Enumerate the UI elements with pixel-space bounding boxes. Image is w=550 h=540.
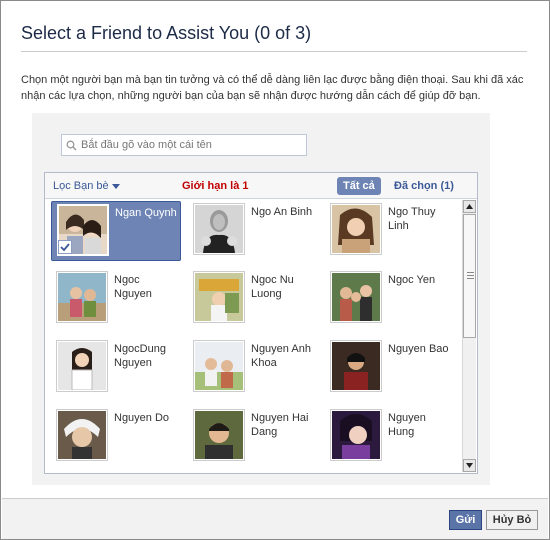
- scrollbar-thumb[interactable]: [463, 214, 476, 338]
- friend-name: Nguyen Hai Dang: [251, 412, 309, 438]
- grip-line: [467, 272, 474, 273]
- friend-name: Ngoc Yen: [388, 274, 436, 286]
- friend-item[interactable]: Ngoc Nu Luong: [188, 269, 318, 329]
- dialog-description: Chọn một người bạn mà bạn tin tưởng và c…: [21, 74, 524, 102]
- friend-avatar: [330, 271, 382, 323]
- search-placeholder: Bắt đầu gõ vào một cái tên: [81, 139, 212, 151]
- friend-name: Nguyen Anh Khoa: [251, 343, 311, 369]
- grip-line: [467, 275, 474, 276]
- friend-item[interactable]: Nguyen Hung: [325, 407, 455, 467]
- friends-scrollbar[interactable]: [462, 200, 476, 472]
- tab-selected[interactable]: Đã chọn (1): [394, 180, 454, 192]
- friend-avatar: [193, 271, 245, 323]
- friend-item[interactable]: Nguyen Do: [51, 407, 181, 467]
- chevron-down-icon: [111, 183, 120, 189]
- friend-name: NgocDung Nguyen: [114, 343, 166, 369]
- friend-item[interactable]: Ngo Thuy Linh: [325, 201, 455, 261]
- friend-name: Ngoc Nu Luong: [251, 274, 294, 300]
- dialog-title: Select a Friend to Assist You (0 of 3): [21, 23, 312, 43]
- friend-item[interactable]: Nguyen Bao: [325, 338, 455, 398]
- friend-name: Nguyen Do: [114, 412, 170, 424]
- scroll-up-arrow-icon[interactable]: [463, 200, 476, 213]
- friend-avatar: [330, 203, 382, 255]
- friend-name: Ngo Thuy Linh: [388, 206, 436, 232]
- friend-name: Ngoc Nguyen: [114, 274, 152, 300]
- friend-item[interactable]: Ngan Quynh: [51, 201, 181, 261]
- friend-avatar: [330, 409, 382, 461]
- friend-avatar: [56, 340, 108, 392]
- friend-item[interactable]: Nguyen Anh Khoa: [188, 338, 318, 398]
- friend-avatar: [330, 340, 382, 392]
- friend-name: Nguyen Hung: [388, 412, 426, 438]
- search-icon: [66, 140, 77, 151]
- friend-avatar: [193, 340, 245, 392]
- cancel-button[interactable]: Hủy Bỏ: [486, 510, 538, 530]
- friend-item[interactable]: NgocDung Nguyen: [51, 338, 181, 398]
- panel-toolbar: Lọc Bạn bè Giới hạn là 1 Tất cả Đã chọn …: [45, 173, 477, 199]
- search-input[interactable]: Bắt đầu gõ vào một cái tên: [61, 134, 307, 156]
- scroll-down-arrow-icon[interactable]: [463, 459, 476, 472]
- friend-avatar: [193, 203, 245, 255]
- friend-item[interactable]: Ngoc Yen: [325, 269, 455, 329]
- limit-notice: Giới hạn là 1: [182, 180, 249, 192]
- friend-item[interactable]: Ngo An Binh: [188, 201, 318, 261]
- friend-avatar: [56, 271, 108, 323]
- filter-friends-dropdown[interactable]: Lọc Bạn bè: [53, 180, 120, 192]
- filter-label: Lọc Bạn bè: [53, 180, 109, 192]
- friend-name: Nguyen Bao: [388, 343, 449, 355]
- title-divider: [21, 51, 527, 52]
- friend-selector-dialog: Select a Friend to Assist You (0 of 3) C…: [0, 0, 550, 540]
- friend-item[interactable]: Ngoc Nguyen: [51, 269, 181, 329]
- checkbox-checked-icon[interactable]: [58, 240, 72, 254]
- friends-panel: Lọc Bạn bè Giới hạn là 1 Tất cả Đã chọn …: [44, 172, 478, 474]
- friend-item[interactable]: Nguyen Hai Dang: [188, 407, 318, 467]
- friend-avatar: [193, 409, 245, 461]
- grip-line: [467, 278, 474, 279]
- tab-all[interactable]: Tất cả: [337, 177, 381, 195]
- friend-name: Ngo An Binh: [251, 206, 313, 218]
- friends-grid: Ngan Quynh Ngo An Binh Ngo Thuy Linh Ngo…: [49, 200, 461, 472]
- friend-name: Ngan Quynh: [115, 207, 177, 219]
- send-button[interactable]: Gửi: [449, 510, 482, 530]
- friend-avatar: [56, 409, 108, 461]
